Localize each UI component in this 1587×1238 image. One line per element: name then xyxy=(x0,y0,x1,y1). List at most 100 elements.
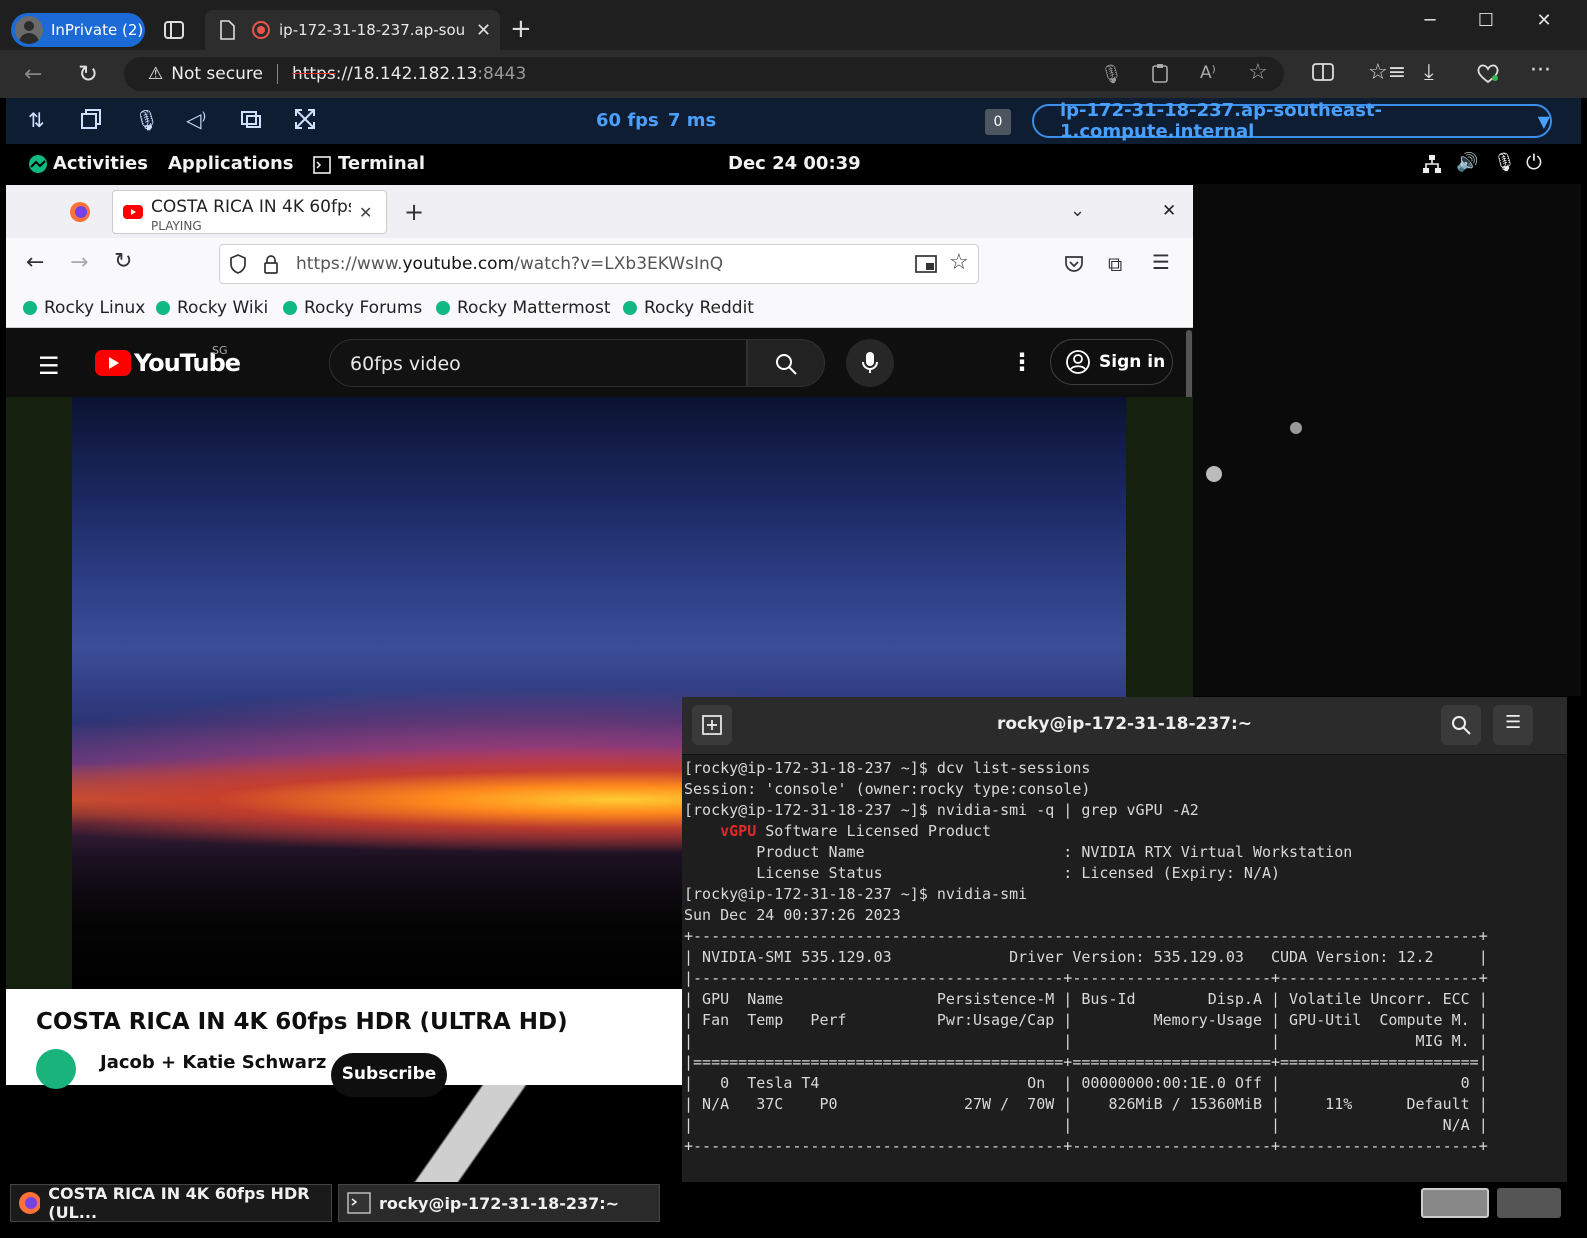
lock-icon[interactable] xyxy=(263,254,279,274)
minimize-button[interactable]: ─ xyxy=(1410,8,1450,34)
edge-active-tab[interactable]: ip-172-31-18-237.ap-southe ✕ xyxy=(205,10,500,50)
firefox-url-bar[interactable]: https://www.youtube.com/watch?v=LXb3EKWs… xyxy=(219,244,979,284)
inprivate-profile-button[interactable]: InPrivate (2) xyxy=(11,13,145,47)
terminal-app-menu[interactable]: Terminal xyxy=(338,153,425,174)
display-icon[interactable] xyxy=(240,108,266,134)
fullscreen-icon[interactable] xyxy=(294,108,320,134)
read-aloud-icon[interactable]: A⁾ xyxy=(1200,63,1216,83)
new-tab-button[interactable]: + xyxy=(510,14,532,44)
split-screen-icon[interactable] xyxy=(1312,62,1334,82)
inprivate-label: InPrivate (2) xyxy=(51,21,144,39)
microphone-icon[interactable]: 🎙 xyxy=(134,108,160,134)
back-icon[interactable]: ← xyxy=(26,250,44,275)
yt-sign-in-button[interactable]: Sign in xyxy=(1050,339,1173,385)
taskbar-firefox[interactable]: COSTA RICA IN 4K 60fps HDR (UL... xyxy=(10,1184,332,1222)
tab-playing-status: PLAYING xyxy=(151,219,202,233)
rocky-icon xyxy=(283,301,297,315)
forward-icon[interactable]: → xyxy=(70,250,88,275)
desktop-dot xyxy=(1290,422,1302,434)
desktop-dot xyxy=(1206,466,1222,482)
taskbar-terminal[interactable]: rocky@ip-172-31-18-237:~ xyxy=(338,1184,660,1222)
applications-menu[interactable]: Applications xyxy=(168,153,294,174)
terminal-line: Product Name : NVIDIA RTX Virtual Workst… xyxy=(684,843,1353,861)
terminal-icon xyxy=(313,156,331,174)
terminal-line: |---------------------------------------… xyxy=(684,969,1488,987)
warning-icon: ⚠ xyxy=(148,64,164,84)
terminal-line: | 0 Tesla T4 On | 00000000:00:1E.0 Off |… xyxy=(684,1074,1488,1092)
yt-menu-icon[interactable]: ☰ xyxy=(38,352,60,380)
list-tabs-icon[interactable]: ⌄ xyxy=(1070,200,1085,221)
favorites-icon[interactable]: ☆≡ xyxy=(1368,60,1406,85)
rocky-icon xyxy=(156,301,170,315)
pocket-icon[interactable] xyxy=(1064,254,1084,274)
terminal-line: | | | MIG M. | xyxy=(684,1032,1488,1050)
yt-more-icon[interactable]: ⋮ xyxy=(1010,348,1034,376)
terminal-title: rocky@ip-172-31-18-237:~ xyxy=(996,714,1253,734)
new-tab-button[interactable]: + xyxy=(404,198,424,226)
speaker-icon[interactable]: ◁⁾ xyxy=(186,108,212,134)
back-icon[interactable]: ← xyxy=(24,62,42,87)
refresh-icon[interactable]: ↻ xyxy=(78,60,98,88)
mic-icon[interactable]: 🎙 xyxy=(1100,64,1123,85)
video-info-panel: COSTA RICA IN 4K 60fps HDR (ULTRA HD) Ja… xyxy=(6,989,682,1097)
address-url[interactable]: https://18.142.182.13:8443 xyxy=(292,64,526,84)
terminal-line: | GPU Name Persistence-M | Bus-Id Disp.A… xyxy=(684,990,1488,1008)
bookmark-rocky-wiki[interactable]: Rocky Wiki xyxy=(155,298,268,318)
rocky-icon xyxy=(623,301,637,315)
volume-icon[interactable]: 🔊 xyxy=(1456,152,1478,173)
reload-icon[interactable]: ↻ xyxy=(114,249,132,274)
clipboard-icon[interactable] xyxy=(1150,62,1170,84)
page-icon xyxy=(220,20,235,40)
yt-voice-search-button[interactable] xyxy=(846,339,894,387)
firefox-icon[interactable] xyxy=(68,200,92,224)
bookmark-rocky-reddit[interactable]: Rocky Reddit xyxy=(622,298,754,318)
workspace-2[interactable] xyxy=(1497,1188,1561,1218)
workspace-1[interactable] xyxy=(1421,1188,1489,1218)
terminal-line: License Status : Licensed (Expiry: N/A) xyxy=(684,864,1281,882)
extensions-icon[interactable]: ⧉ xyxy=(1108,252,1122,276)
browser-essentials-icon[interactable] xyxy=(1476,62,1500,84)
terminal-line: | Fan Temp Perf Pwr:Usage/Cap | Memory-U… xyxy=(684,1011,1488,1029)
yt-search-button[interactable] xyxy=(747,339,825,387)
bookmark-star-icon[interactable]: ☆ xyxy=(949,250,969,275)
maximize-button[interactable]: ☐ xyxy=(1466,8,1506,34)
bookmark-rocky-forums[interactable]: Rocky Forums xyxy=(282,298,422,318)
desktop-background xyxy=(1193,184,1581,696)
close-tab-icon[interactable]: ✕ xyxy=(359,203,372,222)
rocky-icon xyxy=(436,301,450,315)
power-icon[interactable]: ⏻ xyxy=(1526,150,1542,174)
workspaces-icon[interactable] xyxy=(163,20,185,40)
bookmark-rocky-linux[interactable]: Rocky Linux xyxy=(22,298,145,318)
bookmark-rocky-mattermost[interactable]: Rocky Mattermost xyxy=(435,298,611,318)
session-host-dropdown[interactable]: ip-172-31-18-237.ap-southeast-1.compute.… xyxy=(1032,100,1552,142)
more-menu-icon[interactable]: ··· xyxy=(1530,58,1551,83)
firefox-tab-youtube[interactable]: COSTA RICA IN 4K 60fps | PLAYING ✕ xyxy=(112,190,387,234)
notification-badge[interactable]: 0 xyxy=(985,109,1011,135)
mic-status-icon[interactable]: 🎙 xyxy=(1493,152,1516,173)
channel-name[interactable]: Jacob + Katie Schwarz xyxy=(100,1052,326,1073)
hamburger-menu-icon[interactable]: ☰ xyxy=(1152,250,1170,274)
close-tab-icon[interactable]: ✕ xyxy=(476,20,491,41)
transfer-icon[interactable]: ⇅ xyxy=(28,108,54,134)
channel-avatar[interactable] xyxy=(36,1049,76,1089)
terminal-output[interactable]: [rocky@ip-172-31-18-237 ~]$ dcv list-ses… xyxy=(684,758,1564,1157)
yt-search-input[interactable]: 60fps video xyxy=(329,339,747,387)
terminal-menu-button[interactable]: ☰ xyxy=(1493,705,1533,745)
network-icon[interactable] xyxy=(1422,154,1442,174)
session-host-label: ip-172-31-18-237.ap-southeast-1.compute.… xyxy=(1060,100,1382,142)
video-letterbox-right xyxy=(1126,397,1193,697)
favorite-star-icon[interactable]: ☆ xyxy=(1248,60,1268,85)
activities-button[interactable]: Activities xyxy=(53,153,148,174)
close-window-button[interactable]: ✕ xyxy=(1524,8,1564,34)
terminal-line: |=======================================… xyxy=(684,1053,1488,1071)
copy-icon[interactable] xyxy=(80,108,106,134)
shield-icon[interactable] xyxy=(229,254,247,274)
divider xyxy=(276,64,278,84)
terminal-line: [rocky@ip-172-31-18-237 ~]$ nvidia-smi xyxy=(684,885,1028,903)
picture-in-picture-icon[interactable] xyxy=(915,254,937,274)
terminal-search-button[interactable] xyxy=(1441,705,1481,745)
download-icon[interactable]: ⤓ xyxy=(1424,60,1434,85)
tab-title: COSTA RICA IN 4K 60fps | xyxy=(151,197,351,217)
close-firefox-icon[interactable]: ✕ xyxy=(1162,201,1176,221)
clock[interactable]: Dec 24 00:39 xyxy=(728,153,861,174)
